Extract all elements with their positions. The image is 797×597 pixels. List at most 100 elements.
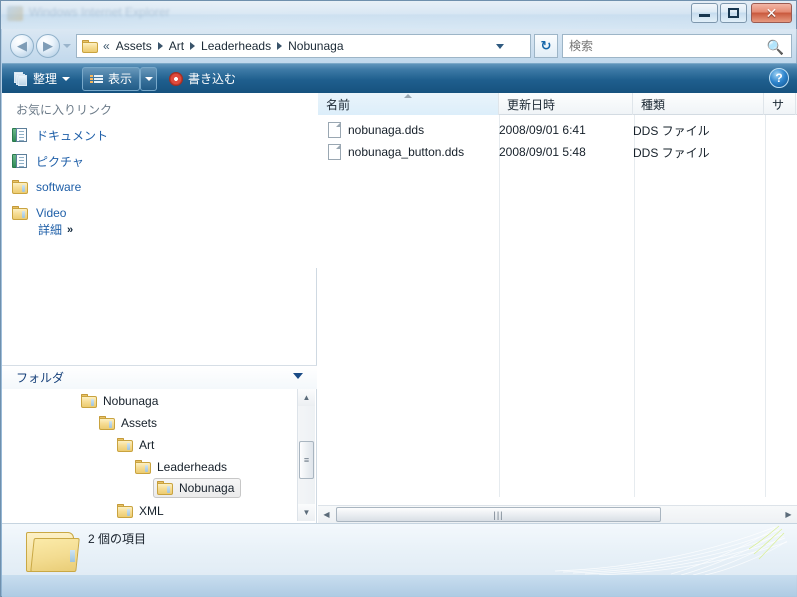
thumb-grip-icon: ≡ <box>303 454 310 465</box>
command-toolbar: 整理 表示 書き込む ? <box>2 63 797 93</box>
sidebar-item-software[interactable]: software <box>12 175 302 199</box>
breadcrumb-chevron-right-icon[interactable] <box>190 42 196 50</box>
column-divider <box>765 115 766 497</box>
back-button[interactable]: ◀ <box>10 34 34 58</box>
scroll-left-button[interactable]: ◀ <box>318 506 335 523</box>
organize-icon <box>14 71 28 86</box>
scroll-up-button[interactable]: ▲ <box>298 389 315 406</box>
folder-icon <box>12 206 28 220</box>
tree-item-leaderheads[interactable]: Leaderheads <box>135 456 227 478</box>
chevron-down-icon[interactable] <box>293 373 303 379</box>
column-header-type[interactable]: 種類 <box>633 93 764 115</box>
table-row[interactable]: nobunaga_button.dds 2008/09/01 5:48 DDS … <box>318 141 797 163</box>
item-count-label: 2 個の項目 <box>88 532 147 546</box>
forward-arrow-icon: ▶ <box>43 38 53 53</box>
client-area: お気に入りリンク ドキュメント ピクチャ software Video 詳細 »… <box>2 93 797 523</box>
column-header-name[interactable]: 名前 <box>318 93 499 115</box>
file-type: DDS ファイル <box>633 123 710 138</box>
folder-icon <box>117 504 133 518</box>
file-type: DDS ファイル <box>633 145 710 160</box>
maximize-icon <box>721 4 746 22</box>
minimize-button[interactable] <box>691 3 718 23</box>
file-date: 2008/09/01 6:41 <box>499 123 586 137</box>
folder-large-icon <box>24 528 98 576</box>
column-header-date-modified[interactable]: 更新日時 <box>499 93 633 115</box>
breadcrumb-item-assets[interactable]: Assets <box>113 38 155 54</box>
maximize-button[interactable] <box>720 3 747 23</box>
tree-item-label: Assets <box>121 416 158 430</box>
search-box[interactable]: 🔍 <box>562 34 792 58</box>
tree-item-label: XML <box>139 504 164 518</box>
sidebar-item-pictures[interactable]: ピクチャ <box>12 149 302 173</box>
organize-label: 整理 <box>33 72 58 86</box>
tree-item-label: Art <box>139 438 155 452</box>
show-more-label: 詳細 <box>38 223 63 237</box>
burn-disc-icon <box>169 71 184 86</box>
window-title: Windows Internet Explorer <box>29 5 170 19</box>
sidebar-item-label: software <box>36 180 82 194</box>
breadcrumb-item-nobunaga[interactable]: Nobunaga <box>285 38 346 54</box>
folder-icon <box>99 416 115 430</box>
breadcrumb-item-art[interactable]: Art <box>166 38 187 54</box>
folders-pane-header[interactable]: フォルダ <box>2 365 317 389</box>
refresh-button[interactable]: ↻ <box>534 34 558 58</box>
scrollbar-thumb[interactable]: ||| <box>336 507 661 522</box>
folder-icon <box>135 460 151 474</box>
folder-icon <box>117 438 133 452</box>
views-button[interactable]: 表示 <box>82 66 141 91</box>
views-dropdown-button[interactable] <box>140 66 158 91</box>
burn-button[interactable]: 書き込む <box>161 67 244 91</box>
sidebar-item-label: ピクチャ <box>36 154 84 169</box>
breadcrumb-chevron-right-icon[interactable] <box>277 42 283 50</box>
recent-pages-chevron-down-icon[interactable] <box>63 44 71 48</box>
file-list-horizontal-scrollbar[interactable]: ◀ ||| ▶ <box>318 505 797 523</box>
tree-item-nobunaga[interactable]: Nobunaga <box>153 478 242 498</box>
scrollbar-thumb[interactable]: ≡ <box>299 441 314 479</box>
folder-tree: NobunagaAssetsArtLeaderheadsNobunagaXMLA… <box>3 389 297 521</box>
tree-item-art[interactable]: Art <box>117 434 154 456</box>
show-more-links-button[interactable]: 詳細 » <box>38 221 73 238</box>
breadcrumb-item-leaderheads[interactable]: Leaderheads <box>198 38 274 54</box>
column-header-row: 名前 更新日時 種類 サ <box>318 93 797 115</box>
title-bar[interactable]: Windows Internet Explorer ✕ <box>1 1 796 29</box>
sidebar-item-documents[interactable]: ドキュメント <box>12 123 302 147</box>
file-name: nobunaga_button.dds <box>348 145 465 159</box>
scroll-down-button[interactable]: ▼ <box>298 504 315 521</box>
sidebar-item-label: Video <box>36 206 67 220</box>
favorite-links-section: お気に入りリンク ドキュメント ピクチャ software Video 詳細 » <box>2 93 317 268</box>
organize-button[interactable]: 整理 <box>6 67 78 91</box>
explorer-window: Windows Internet Explorer ✕ ◀ ▶ « Assets <box>0 0 797 597</box>
file-icon <box>328 122 341 138</box>
file-name: nobunaga.dds <box>348 123 425 137</box>
favorite-links-title: お気に入りリンク <box>16 103 113 117</box>
details-pane: 2 個の項目 <box>2 523 797 575</box>
window-bottom-edge <box>2 575 797 597</box>
folder-icon <box>81 394 97 408</box>
close-button[interactable]: ✕ <box>751 3 792 23</box>
breadcrumb-chevron-right-icon[interactable] <box>157 42 163 50</box>
search-icon[interactable]: 🔍 <box>767 39 784 56</box>
search-input[interactable] <box>569 39 759 53</box>
table-row[interactable]: nobunaga.dds 2008/09/01 6:41 DDS ファイル <box>318 119 797 141</box>
organize-chevron-down-icon <box>62 76 71 81</box>
help-button[interactable]: ? <box>769 68 789 88</box>
tree-item-label: Nobunaga <box>103 394 159 408</box>
scroll-right-button[interactable]: ▶ <box>780 506 797 523</box>
tree-item-label: Leaderheads <box>157 460 228 474</box>
navigation-pane: お気に入りリンク ドキュメント ピクチャ software Video 詳細 »… <box>2 93 317 523</box>
views-label: 表示 <box>108 72 133 86</box>
address-bar[interactable]: « Assets Art Leaderheads Nobunaga <box>76 34 531 58</box>
back-arrow-icon: ◀ <box>17 38 27 53</box>
thumb-grip-icon: ||| <box>493 509 504 520</box>
tree-item-nobunaga[interactable]: Nobunaga <box>81 390 158 412</box>
column-divider <box>634 115 635 497</box>
folder-tree-scrollbar[interactable]: ▲ ≡ ▼ <box>297 389 315 521</box>
help-icon: ? <box>775 71 783 85</box>
tree-item-xml[interactable]: XML <box>117 500 164 521</box>
column-header-size[interactable]: サ <box>764 93 796 115</box>
address-dropdown-chevron-down-icon[interactable] <box>496 44 504 49</box>
tree-item-assets[interactable]: Assets <box>99 412 157 434</box>
breadcrumb-overflow-icon[interactable]: « <box>103 39 110 53</box>
forward-button[interactable]: ▶ <box>36 34 60 58</box>
close-icon: ✕ <box>765 4 778 21</box>
